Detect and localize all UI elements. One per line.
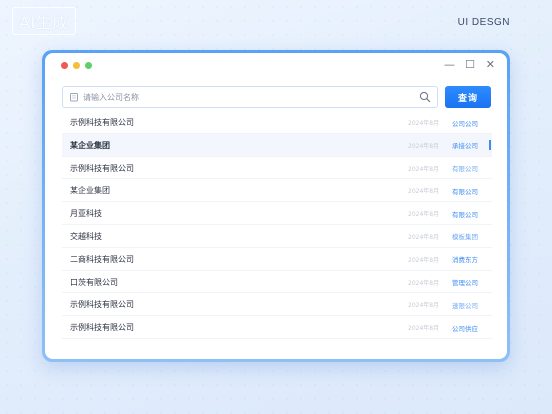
row-tag[interactable]: 消费东方 [452,254,488,264]
company-name: 月亚科技 [70,209,102,219]
window-frame: — ☐ ✕ 查询 示例科技有限公司 2024年8月 公司公司某企业集团 2024年8月… [42,50,510,362]
zoom-dot-icon[interactable] [85,62,92,69]
company-name: 某企业集团 [70,140,110,150]
row-date: 2024年8月 [408,211,440,219]
search-icon[interactable] [419,91,431,103]
row-tag[interactable]: 公司公司 [452,118,488,128]
list-item[interactable]: 示例科技有限公司 2024年8月 公司供应 [62,316,492,339]
minimize-dot-icon[interactable] [73,62,80,69]
list-item[interactable]: 月亚科技 2024年8月 有限公司 [62,202,492,225]
close-icon[interactable]: ✕ [486,59,495,71]
company-name: 口茨有限公司 [70,277,118,287]
search-input[interactable] [83,89,413,105]
row-date: 2024年8月 [408,256,440,264]
list-item[interactable]: 二商科技有限公司 2024年8月 消费东方 [62,248,492,271]
row-tag[interactable]: 有限公司 [452,209,488,219]
list-item[interactable]: 某企业集团 2024年8月 有限公司 [62,179,492,203]
close-dot-icon[interactable] [61,62,68,69]
list-item[interactable]: 示例科技有限公司 2024年8月 速限公司 [62,293,492,317]
row-tag[interactable]: 承接公司 [452,140,488,150]
company-name: 某企业集团 [70,186,110,196]
company-name: 示例科技有限公司 [70,163,134,173]
brand-caption: UI DESGN [457,17,510,28]
maximize-icon[interactable]: ☐ [465,59,475,71]
row-tag[interactable]: 有限公司 [452,186,488,196]
result-list: 示例科技有限公司 2024年8月 公司公司 某企业集团 2024年8月 承接公司 示例科技有… [62,111,492,339]
app-window: — ☐ ✕ 查询 示例科技有限公司 2024年8月 公司公司某企业集团 2024年8月… [45,53,507,359]
row-date: 2024年8月 [408,188,440,196]
title-bar: — ☐ ✕ [45,53,507,79]
row-date: 2024年8月 [408,279,440,287]
row-tag[interactable]: 管理公司 [452,277,488,287]
company-name: 示例科技有限公司 [70,118,134,127]
selection-marker [489,139,491,150]
company-name: 交越科技 [70,231,102,241]
list-item[interactable]: 示例科技有限公司 2024年8月 公司公司 [62,111,492,134]
row-date: 2024年8月 [408,165,440,173]
row-tag[interactable]: 模板集团 [452,231,488,241]
row-date: 2024年8月 [408,142,440,150]
building-icon [70,93,78,102]
row-tag[interactable]: 速限公司 [452,300,488,310]
search-box[interactable] [62,86,438,108]
row-date: 2024年8月 [408,120,440,127]
list-item[interactable]: 某企业集团 2024年8月 承接公司 [62,133,492,157]
row-date: 2024年8月 [408,233,440,241]
list-item[interactable]: 交越科技 2024年8月 模板集团 [62,225,492,248]
list-item[interactable]: 示例科技有限公司 2024年8月 有限公司 [62,157,492,180]
row-tag[interactable]: 有限公司 [452,163,488,173]
search-button[interactable]: 查询 [445,86,491,108]
company-name: 示例科技有限公司 [70,300,134,310]
company-name: 二商科技有限公司 [70,254,134,264]
brand-logo: AI生成 [12,7,76,35]
row-date: 2024年8月 [408,302,440,310]
list-item[interactable]: 口茨有限公司 2024年8月 管理公司 [62,271,492,294]
row-tag[interactable]: 公司供应 [452,323,488,333]
company-name: 示例科技有限公司 [70,323,134,333]
minimize-icon[interactable]: — [444,59,455,71]
row-date: 2024年8月 [408,325,440,333]
